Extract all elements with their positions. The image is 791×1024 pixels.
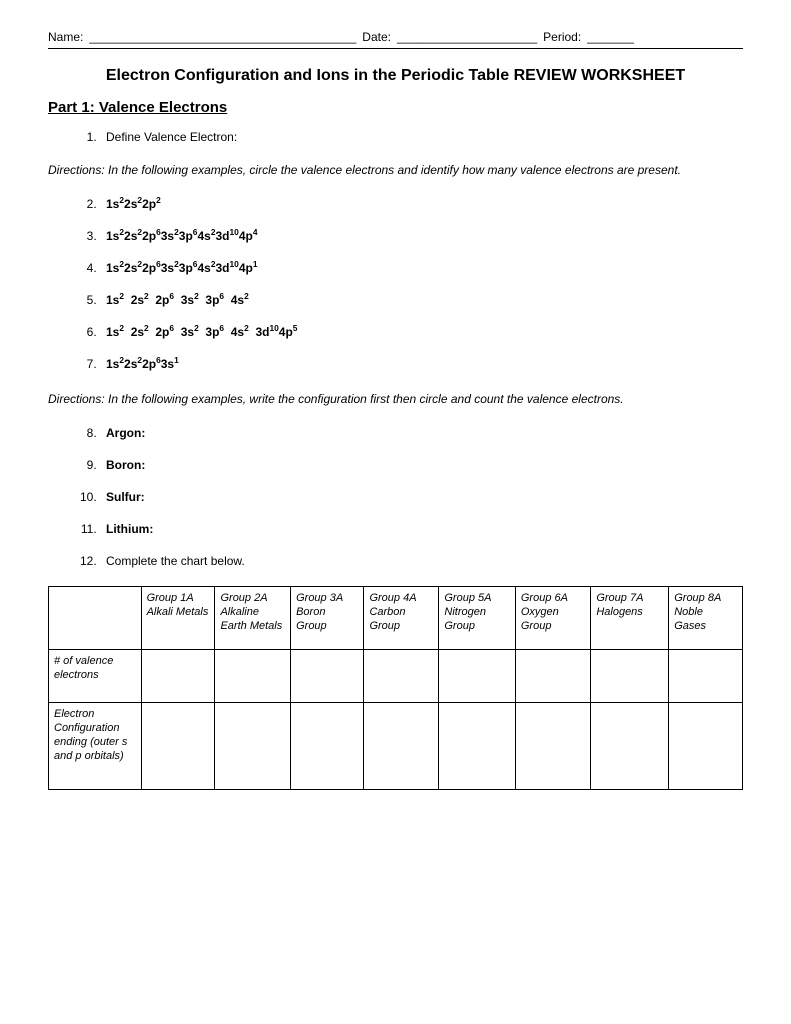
cell[interactable] [141,702,215,789]
cell[interactable] [439,649,516,702]
col-group-1a: Group 1AAlkali Metals [141,586,215,649]
page-title: Electron Configuration and Ions in the P… [48,67,743,85]
electron-config: 1s22s22p63s23p64s23d104p4 [106,229,258,243]
part1-heading: Part 1: Valence Electrons [48,99,743,116]
name-blank[interactable]: ________________________________________ [89,30,356,44]
chart-header-row: Group 1AAlkali Metals Group 2AAlkaline E… [49,586,743,649]
chart-row-config-ending: Electron Configuration ending (outer s a… [49,702,743,789]
cell[interactable] [291,702,364,789]
col-group-7a: Group 7AHalogens [591,586,669,649]
directions-2: Directions: In the following examples, w… [48,391,743,408]
col-group-2a: Group 2AAlkaline Earth Metals [215,586,291,649]
cell[interactable] [515,702,590,789]
question-1: Define Valence Electron: [100,130,743,144]
header-fields: Name: __________________________________… [48,30,743,49]
cell[interactable] [364,649,439,702]
groups-chart: Group 1AAlkali Metals Group 2AAlkaline E… [48,586,743,790]
question-5: 1s2 2s2 2p6 3s2 3p6 4s2 [100,293,743,307]
cell[interactable] [515,649,590,702]
col-group-8a: Group 8ANoble Gases [669,586,743,649]
question-6: 1s2 2s2 2p6 3s2 3p6 4s2 3d104p5 [100,325,743,339]
period-label: Period: [543,30,581,44]
row-label-valence: # of valence electrons [49,649,142,702]
worksheet-page: Name: __________________________________… [0,0,791,1024]
date-label: Date: [362,30,391,44]
cell[interactable] [215,649,291,702]
question-4: 1s22s22p63s23p64s23d104p1 [100,261,743,275]
cell[interactable] [215,702,291,789]
question-8: Argon: [100,426,743,440]
period-blank[interactable]: _______ [587,30,634,44]
cell[interactable] [141,649,215,702]
electron-config: 1s22s22p2 [106,197,161,211]
col-group-6a: Group 6AOxygen Group [515,586,590,649]
cell[interactable] [669,702,743,789]
chart-corner-cell [49,586,142,649]
cell[interactable] [591,649,669,702]
question-12: Complete the chart below. [100,554,743,568]
electron-config: 1s22s22p63s1 [106,357,179,371]
chart-row-valence: # of valence electrons [49,649,743,702]
question-3: 1s22s22p63s23p64s23d104p4 [100,229,743,243]
directions-1: Directions: In the following examples, c… [48,162,743,179]
col-group-4a: Group 4ACarbon Group [364,586,439,649]
electron-config: 1s22s22p63s23p64s23d104p1 [106,261,258,275]
electron-config: 1s2 2s2 2p6 3s2 3p6 4s2 3d104p5 [106,325,297,339]
question-11: Lithium: [100,522,743,536]
electron-config: 1s2 2s2 2p6 3s2 3p6 4s2 [106,293,249,307]
col-group-5a: Group 5ANitrogen Group [439,586,516,649]
question-2: 1s22s22p2 [100,197,743,211]
cell[interactable] [291,649,364,702]
cell[interactable] [364,702,439,789]
date-blank[interactable]: _____________________ [397,30,537,44]
cell[interactable] [439,702,516,789]
question-9: Boron: [100,458,743,472]
col-group-3a: Group 3ABoron Group [291,586,364,649]
question-10: Sulfur: [100,490,743,504]
name-label: Name: [48,30,83,44]
cell[interactable] [669,649,743,702]
question-7: 1s22s22p63s1 [100,357,743,371]
row-label-config: Electron Configuration ending (outer s a… [49,702,142,789]
cell[interactable] [591,702,669,789]
